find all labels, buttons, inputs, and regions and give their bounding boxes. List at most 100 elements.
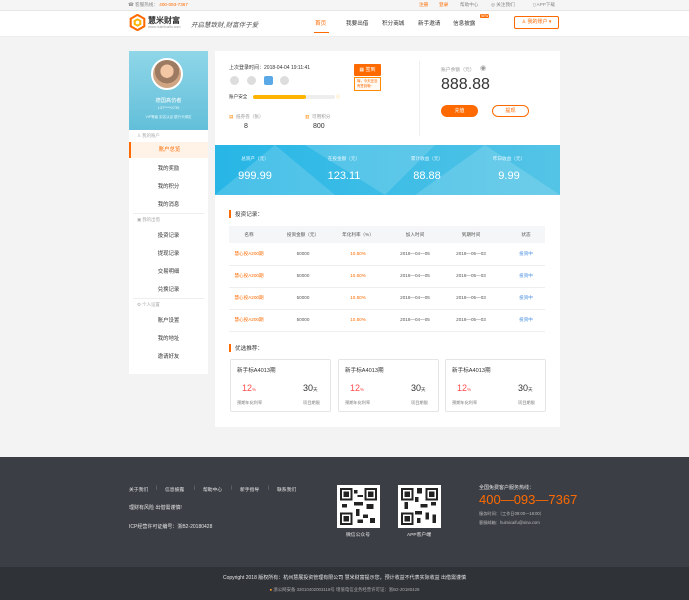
product-days-label: 项目期限 — [411, 400, 428, 405]
footer-link-guide[interactable]: 新手指导 — [240, 486, 259, 493]
footer-link-disclosure[interactable]: 信息披露 — [165, 486, 184, 493]
col-join-date: 加入时间 — [405, 232, 425, 237]
sidebar-item-exchange-records[interactable]: 兑换记录 — [129, 285, 208, 293]
row-divider — [229, 331, 545, 332]
coupon-value: 8 — [244, 123, 248, 130]
col-rate: 年化利率（%） — [342, 232, 374, 237]
recommend-title: 优选推荐： — [229, 344, 263, 352]
col-status: 状态 — [521, 232, 531, 237]
avatar[interactable] — [151, 58, 183, 90]
sign-in-button[interactable]: ▦ 签到 — [354, 64, 381, 76]
product-name[interactable]: 新手标A4013期 — [345, 366, 384, 374]
sidebar-item-account-settings[interactable]: 账户设置 — [129, 316, 208, 324]
sidebar-item-rewards[interactable]: 我的奖励 — [129, 164, 208, 172]
police-badge-icon: ● — [269, 587, 273, 592]
record-status[interactable]: 投资中 — [503, 251, 549, 257]
sidebar-item-transactions[interactable]: 交易明细 — [129, 267, 208, 275]
user-verify-icon[interactable] — [230, 76, 239, 85]
email-verify-icon[interactable] — [247, 76, 256, 85]
phone-verify-icon[interactable] — [264, 76, 273, 85]
follow-us-link[interactable]: ◎ 关注我们 — [491, 2, 515, 8]
login-link[interactable]: 登录 — [439, 2, 448, 8]
nav-points-mall[interactable]: 积分商城 — [382, 19, 404, 27]
wechat-qr-code — [337, 485, 380, 528]
nav-disclosure[interactable]: 信息披露 — [453, 19, 475, 27]
product-days: 30天 — [303, 383, 318, 393]
product-name[interactable]: 新手标A4013期 — [452, 366, 491, 374]
user-icon: ♙ — [137, 133, 141, 138]
record-status[interactable]: 投资中 — [503, 273, 549, 279]
last-login: 上次登录时间：2018-04-04 19:11:41 — [229, 65, 311, 71]
qr-code-icon — [401, 488, 438, 525]
help-link[interactable]: 帮助中心 — [460, 2, 478, 8]
col-due-date: 到期时间 — [461, 232, 481, 237]
sidebar-item-address[interactable]: 我的地址 — [129, 334, 208, 342]
points-icon: ▥ — [305, 114, 310, 119]
recharge-button[interactable]: 充值 — [441, 105, 478, 117]
nav-invite[interactable]: 新手邀请 — [418, 19, 440, 27]
points-label: 可用积分 — [312, 114, 331, 119]
record-name[interactable]: 慧心投A200期 — [226, 317, 272, 323]
sidebar-divider — [133, 298, 204, 299]
record-rate: 10.50% — [350, 251, 366, 256]
sidebar-item-messages[interactable]: 我的消息 — [129, 200, 208, 208]
lock-icon[interactable] — [280, 76, 289, 85]
register-link[interactable]: 注册 — [419, 2, 428, 8]
sidebar-item-points[interactable]: 我的积分 — [129, 182, 208, 190]
nav-home[interactable]: 首页 — [315, 19, 326, 27]
stat-earned-label: 累计收益（元） — [410, 156, 444, 161]
col-name: 名称 — [244, 232, 254, 237]
record-amount: 50000 — [296, 273, 310, 278]
record-status[interactable]: 投资中 — [503, 295, 549, 301]
hotline: ☎ 客服热线： 400-093-7367 — [128, 2, 188, 7]
brand-logo-icon[interactable] — [129, 14, 146, 31]
sidebar-group-settings: ⚙ 个人设置 — [137, 302, 160, 307]
beian-text: ● 浙公网安备 33010402003118号 增值电信业务经营许可证：浙B2-… — [269, 587, 420, 592]
stat-invested-value: 123.11 — [327, 170, 361, 182]
app-download-link[interactable]: ▯ APP下载 — [533, 2, 555, 8]
new-badge: NEW — [480, 14, 490, 18]
record-name[interactable]: 慧心投A200期 — [226, 273, 272, 279]
record-amount: 50000 — [296, 295, 310, 300]
record-name[interactable]: 慧心投A200期 — [226, 251, 272, 257]
footer-link-contact[interactable]: 联系我们 — [277, 486, 296, 493]
username: 德国高仿者 — [155, 98, 182, 104]
sidebar-item-invest-records[interactable]: 投资记录 — [129, 231, 208, 239]
sidebar-item-withdraw-records[interactable]: 提现记录 — [129, 249, 208, 257]
info-icon[interactable]: ⓘ — [336, 94, 340, 100]
row-divider — [229, 265, 545, 266]
app-qr-label: APP客户端 — [407, 533, 431, 538]
service-email: 客服邮箱：huimicaifu@sina.com — [479, 520, 540, 525]
sidebar-group-account: ♙ 我的账户 — [137, 133, 160, 138]
product-days: 30天 — [411, 383, 426, 393]
coupon-icon: ▤ — [229, 114, 234, 119]
record-rate: 10.50% — [350, 273, 366, 278]
divider — [419, 61, 420, 136]
product-days-label: 项目期限 — [518, 400, 535, 405]
record-name[interactable]: 慧心投A200期 — [226, 295, 272, 301]
product-rate: 12% — [457, 383, 472, 393]
brand-url: www.huimicaifu.com — [148, 25, 181, 29]
record-due-date: 2018—05—03 — [456, 295, 486, 300]
nav-invest[interactable]: 我要出借 — [346, 19, 368, 27]
record-due-date: 2018—05—03 — [456, 317, 486, 322]
withdraw-button[interactable]: 提现 — [492, 105, 529, 117]
sidebar-item-invite-friends[interactable]: 邀请好友 — [129, 352, 208, 360]
product-name[interactable]: 新手标A4013期 — [237, 366, 276, 374]
eye-icon[interactable]: ◉ — [480, 64, 486, 72]
footer-hotline-label: 全国免费客户服务热线： — [479, 485, 535, 491]
footer-link-about[interactable]: 关于我们 — [129, 486, 148, 493]
stat-yesterday-value: 9.99 — [498, 170, 520, 182]
sidebar-divider — [133, 213, 204, 214]
record-amount: 50000 — [296, 317, 310, 322]
record-status[interactable]: 投资中 — [503, 317, 549, 323]
product-days-label: 项目期限 — [303, 400, 320, 405]
footer-link-help[interactable]: 帮助中心 — [203, 486, 222, 493]
wechat-icon: ◎ — [491, 2, 496, 7]
stat-total-label: 总资产（元） — [241, 156, 269, 161]
wallet-icon: ▣ — [137, 217, 142, 222]
my-account-button[interactable]: ♙ 我的账户 ▾ — [514, 16, 559, 29]
sidebar-item-overview[interactable]: 账户总览 — [129, 142, 208, 158]
records-table-header — [229, 226, 545, 243]
points-value: 800 — [313, 123, 325, 130]
